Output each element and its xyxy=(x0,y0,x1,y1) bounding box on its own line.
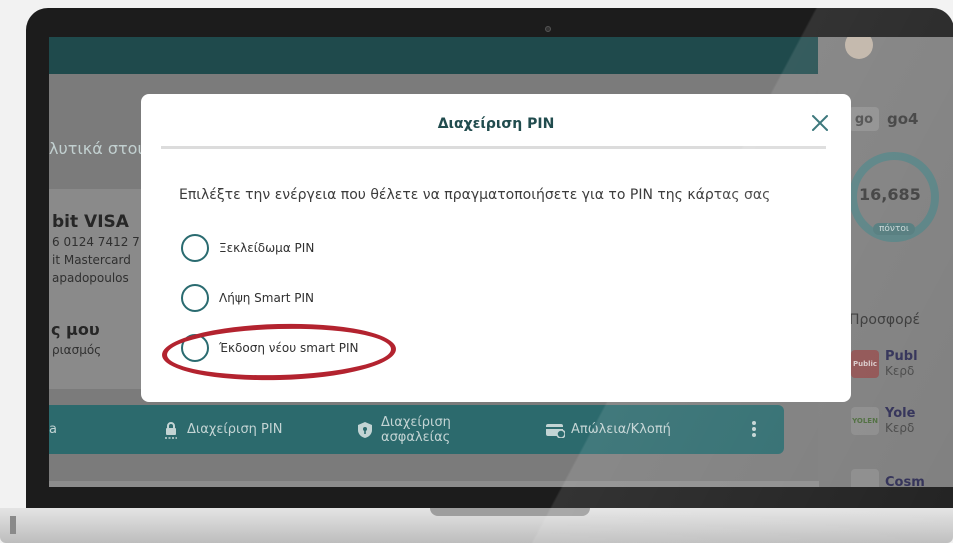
pin-management-label: Διαχείριση PIN xyxy=(187,422,283,437)
option-label: Ξεκλείδωμα PIN xyxy=(219,241,315,255)
security-line1: Διαχείριση xyxy=(381,414,451,430)
laptop-base xyxy=(0,508,953,543)
loss-theft-button[interactable]: Απώλεια/Κλοπή xyxy=(545,405,671,454)
section-subtitle: ριασμός xyxy=(52,343,102,357)
offer-item[interactable]: Cosm xyxy=(851,469,925,487)
option-label: Λήψη Smart PIN xyxy=(219,291,315,305)
dialog-prompt: Επιλέξτε την ενέργεια που θέλετε να πραγ… xyxy=(179,187,771,203)
security-management-label: Διαχείριση ασφαλείας xyxy=(381,415,451,445)
lock-icon xyxy=(161,420,181,440)
pin-management-button[interactable]: Διαχείριση PIN xyxy=(161,405,282,454)
laptop-frame: λυτικά στοιχ bit VISA 6 0124 7412 7 it M… xyxy=(0,0,953,543)
offer-item[interactable]: YOLEN Yole Κερδ xyxy=(851,407,915,435)
card-number: 6 0124 7412 7 xyxy=(52,235,140,249)
go4-title: go4 xyxy=(887,110,919,128)
security-management-button[interactable]: Διαχείριση ασφαλείας xyxy=(355,405,451,454)
camera-icon xyxy=(545,26,551,32)
action-left-label: a xyxy=(49,422,57,437)
points-label: πόντοι xyxy=(873,223,915,235)
offer-sub: Κερδ xyxy=(885,421,915,435)
offer-name: Publ xyxy=(885,349,918,364)
radio-button[interactable] xyxy=(181,234,209,262)
bottom-panel xyxy=(49,481,819,487)
security-line2: ασφαλείας xyxy=(381,429,451,445)
laptop-port xyxy=(10,516,16,534)
radio-button[interactable] xyxy=(181,284,209,312)
more-vertical-icon[interactable] xyxy=(751,419,757,441)
action-left-fragment[interactable]: a xyxy=(49,405,57,454)
card-action-bar: a Διαχείριση PIN Διαχείριση ασφαλείας Απ… xyxy=(49,405,784,454)
dialog-divider xyxy=(161,146,826,149)
offer-logo xyxy=(851,469,879,487)
tab-card-details[interactable]: λυτικά στοιχ xyxy=(49,139,152,158)
dialog-title: Διαχείριση PIN xyxy=(437,116,555,132)
card-blocked-icon xyxy=(545,420,565,440)
points-value: 16,685 xyxy=(859,185,921,204)
close-icon[interactable] xyxy=(810,113,830,133)
go4-logo: go xyxy=(849,107,879,131)
offer-sub: Κερδ xyxy=(885,364,915,378)
offer-name: Cosm xyxy=(885,475,925,488)
card-owner: apadopoulos xyxy=(52,271,129,285)
offer-item[interactable]: Public Publ Κερδ xyxy=(851,350,918,378)
shield-icon xyxy=(355,420,375,440)
option-get-smart-pin[interactable]: Λήψη Smart PIN xyxy=(181,284,314,312)
card-type: it Mastercard xyxy=(52,253,131,267)
offer-logo: Public xyxy=(851,350,879,378)
card-title: bit VISA xyxy=(52,212,129,232)
offers-title: Προσφορέ xyxy=(849,312,921,328)
offer-logo: YOLEN xyxy=(851,407,879,435)
go4-widget[interactable]: go go4 xyxy=(849,107,918,131)
offer-name: Yole xyxy=(885,406,916,421)
option-unlock-pin[interactable]: Ξεκλείδωμα PIN xyxy=(181,234,314,262)
laptop-notch xyxy=(430,508,590,516)
app-screen: λυτικά στοιχ bit VISA 6 0124 7412 7 it M… xyxy=(49,37,953,487)
section-title: ς μου xyxy=(51,320,100,339)
loss-theft-label: Απώλεια/Κλοπή xyxy=(571,422,671,437)
